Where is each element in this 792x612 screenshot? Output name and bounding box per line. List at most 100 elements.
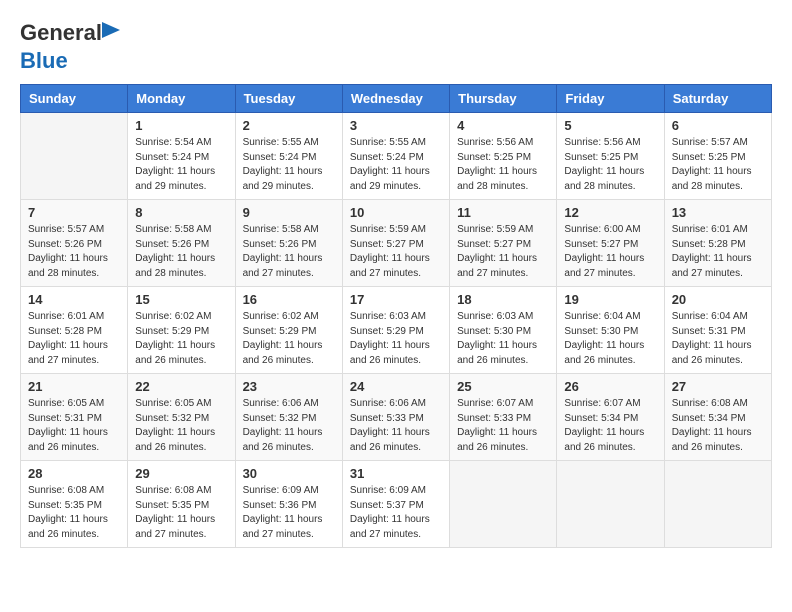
day-number: 28 xyxy=(28,466,120,481)
day-number: 18 xyxy=(457,292,549,307)
day-info: Sunrise: 6:04 AMSunset: 5:30 PMDaylight:… xyxy=(564,310,656,368)
calendar-cell: 30 Sunrise: 6:09 AMSunset: 5:36 PMDayligh… xyxy=(235,461,342,548)
calendar-cell: 22Sunrise: 6:05 AMSunset: 5:32 PMDayligh… xyxy=(128,374,235,461)
calendar-cell: 25 Sunrise: 6:07 AMSunset: 5:33 PMDayligh… xyxy=(450,374,557,461)
day-info: Sunrise: 6:09 AMSunset: 5:36 PMDaylight:… xyxy=(243,484,335,542)
day-info: Sunrise: 6:08 AMSunset: 5:34 PMDaylight:… xyxy=(672,397,764,455)
calendar-week-row: 28 Sunrise: 6:08 AMSunset: 5:35 PMDayligh… xyxy=(21,461,772,548)
day-number: 15 xyxy=(135,292,227,307)
calendar-cell: 16 Sunrise: 6:02 AMSunset: 5:29 PMDayligh… xyxy=(235,287,342,374)
calendar-cell: 13 Sunrise: 6:01 AMSunset: 5:28 PMDayligh… xyxy=(664,200,771,287)
calendar-cell xyxy=(450,461,557,548)
day-info: Sunrise: 6:01 AMSunset: 5:28 PMDaylight:… xyxy=(672,223,764,281)
day-number: 27 xyxy=(672,379,764,394)
calendar-cell: 15Sunrise: 6:02 AMSunset: 5:29 PMDayligh… xyxy=(128,287,235,374)
day-number: 16 xyxy=(243,292,335,307)
calendar-table: SundayMondayTuesdayWednesdayThursdayFrid… xyxy=(20,84,772,548)
calendar-cell: 3Sunrise: 5:55 AMSunset: 5:24 PMDaylight… xyxy=(342,113,449,200)
day-number: 4 xyxy=(457,118,549,133)
calendar-cell: 27 Sunrise: 6:08 AMSunset: 5:34 PMDayligh… xyxy=(664,374,771,461)
day-number: 9 xyxy=(243,205,335,220)
calendar-cell: 6Sunrise: 5:57 AMSunset: 5:25 PMDaylight… xyxy=(664,113,771,200)
calendar-cell: 5Sunrise: 5:56 AMSunset: 5:25 PMDaylight… xyxy=(557,113,664,200)
day-number: 2 xyxy=(243,118,335,133)
day-info: Sunrise: 6:05 AMSunset: 5:31 PMDaylight:… xyxy=(28,397,120,455)
calendar-header-tuesday: Tuesday xyxy=(235,85,342,113)
day-info: Sunrise: 6:07 AMSunset: 5:33 PMDaylight:… xyxy=(457,397,549,455)
day-info: Sunrise: 6:08 AMSunset: 5:35 PMDaylight:… xyxy=(135,484,227,542)
calendar-cell: 23 Sunrise: 6:06 AMSunset: 5:32 PMDayligh… xyxy=(235,374,342,461)
calendar-cell: 18 Sunrise: 6:03 AMSunset: 5:30 PMDayligh… xyxy=(450,287,557,374)
day-number: 20 xyxy=(672,292,764,307)
calendar-cell xyxy=(21,113,128,200)
calendar-cell: 29 Sunrise: 6:08 AMSunset: 5:35 PMDayligh… xyxy=(128,461,235,548)
calendar-cell: 26 Sunrise: 6:07 AMSunset: 5:34 PMDayligh… xyxy=(557,374,664,461)
calendar-cell: 21Sunrise: 6:05 AMSunset: 5:31 PMDayligh… xyxy=(21,374,128,461)
calendar-cell: 28 Sunrise: 6:08 AMSunset: 5:35 PMDayligh… xyxy=(21,461,128,548)
day-number: 12 xyxy=(564,205,656,220)
day-info: Sunrise: 5:56 AMSunset: 5:25 PMDaylight:… xyxy=(564,136,656,194)
day-number: 17 xyxy=(350,292,442,307)
page-header: General Blue xyxy=(20,20,772,74)
day-info: Sunrise: 5:57 AMSunset: 5:26 PMDaylight:… xyxy=(28,223,120,281)
day-info: Sunrise: 6:09 AMSunset: 5:37 PMDaylight:… xyxy=(350,484,442,542)
day-info: Sunrise: 5:56 AMSunset: 5:25 PMDaylight:… xyxy=(457,136,549,194)
calendar-header-sunday: Sunday xyxy=(21,85,128,113)
calendar-cell: 9 Sunrise: 5:58 AMSunset: 5:26 PMDaylight… xyxy=(235,200,342,287)
day-info: Sunrise: 5:58 AMSunset: 5:26 PMDaylight:… xyxy=(135,223,227,281)
day-info: Sunrise: 6:00 AMSunset: 5:27 PMDaylight:… xyxy=(564,223,656,281)
day-info: Sunrise: 5:55 AMSunset: 5:24 PMDaylight:… xyxy=(243,136,335,194)
calendar-header-thursday: Thursday xyxy=(450,85,557,113)
day-number: 8 xyxy=(135,205,227,220)
calendar-cell: 12 Sunrise: 6:00 AMSunset: 5:27 PMDayligh… xyxy=(557,200,664,287)
logo: General Blue xyxy=(20,20,102,74)
calendar-cell: 1 Sunrise: 5:54 AMSunset: 5:24 PMDaylight… xyxy=(128,113,235,200)
day-info: Sunrise: 5:59 AMSunset: 5:27 PMDaylight:… xyxy=(457,223,549,281)
day-info: Sunrise: 6:06 AMSunset: 5:32 PMDaylight:… xyxy=(243,397,335,455)
logo-arrow-icon xyxy=(102,22,120,38)
day-info: Sunrise: 6:02 AMSunset: 5:29 PMDaylight:… xyxy=(243,310,335,368)
calendar-cell: 8 Sunrise: 5:58 AMSunset: 5:26 PMDaylight… xyxy=(128,200,235,287)
logo-blue: Blue xyxy=(20,48,68,73)
calendar-cell xyxy=(664,461,771,548)
calendar-cell: 7Sunrise: 5:57 AMSunset: 5:26 PMDaylight… xyxy=(21,200,128,287)
day-number: 19 xyxy=(564,292,656,307)
day-info: Sunrise: 5:54 AMSunset: 5:24 PMDaylight:… xyxy=(135,136,227,194)
calendar-cell: 17 Sunrise: 6:03 AMSunset: 5:29 PMDayligh… xyxy=(342,287,449,374)
calendar-week-row: 1 Sunrise: 5:54 AMSunset: 5:24 PMDaylight… xyxy=(21,113,772,200)
day-info: Sunrise: 6:03 AMSunset: 5:29 PMDaylight:… xyxy=(350,310,442,368)
day-number: 30 xyxy=(243,466,335,481)
day-info: Sunrise: 6:03 AMSunset: 5:30 PMDaylight:… xyxy=(457,310,549,368)
day-info: Sunrise: 6:07 AMSunset: 5:34 PMDaylight:… xyxy=(564,397,656,455)
calendar-cell: 24Sunrise: 6:06 AMSunset: 5:33 PMDayligh… xyxy=(342,374,449,461)
day-info: Sunrise: 5:59 AMSunset: 5:27 PMDaylight:… xyxy=(350,223,442,281)
calendar-week-row: 21Sunrise: 6:05 AMSunset: 5:31 PMDayligh… xyxy=(21,374,772,461)
logo-general: General xyxy=(20,20,102,45)
calendar-week-row: 7Sunrise: 5:57 AMSunset: 5:26 PMDaylight… xyxy=(21,200,772,287)
calendar-cell: 19 Sunrise: 6:04 AMSunset: 5:30 PMDayligh… xyxy=(557,287,664,374)
calendar-header-monday: Monday xyxy=(128,85,235,113)
day-info: Sunrise: 5:55 AMSunset: 5:24 PMDaylight:… xyxy=(350,136,442,194)
day-number: 11 xyxy=(457,205,549,220)
day-number: 13 xyxy=(672,205,764,220)
day-info: Sunrise: 5:57 AMSunset: 5:25 PMDaylight:… xyxy=(672,136,764,194)
day-info: Sunrise: 6:05 AMSunset: 5:32 PMDaylight:… xyxy=(135,397,227,455)
day-number: 31 xyxy=(350,466,442,481)
day-number: 23 xyxy=(243,379,335,394)
day-number: 14 xyxy=(28,292,120,307)
calendar-cell: 4 Sunrise: 5:56 AMSunset: 5:25 PMDaylight… xyxy=(450,113,557,200)
day-number: 1 xyxy=(135,118,227,133)
day-number: 26 xyxy=(564,379,656,394)
day-info: Sunrise: 6:08 AMSunset: 5:35 PMDaylight:… xyxy=(28,484,120,542)
day-info: Sunrise: 5:58 AMSunset: 5:26 PMDaylight:… xyxy=(243,223,335,281)
calendar-cell xyxy=(557,461,664,548)
calendar-cell: 11 Sunrise: 5:59 AMSunset: 5:27 PMDayligh… xyxy=(450,200,557,287)
day-number: 10 xyxy=(350,205,442,220)
calendar-cell: 10 Sunrise: 5:59 AMSunset: 5:27 PMDayligh… xyxy=(342,200,449,287)
calendar-cell: 2 Sunrise: 5:55 AMSunset: 5:24 PMDaylight… xyxy=(235,113,342,200)
day-info: Sunrise: 6:04 AMSunset: 5:31 PMDaylight:… xyxy=(672,310,764,368)
calendar-cell: 31 Sunrise: 6:09 AMSunset: 5:37 PMDayligh… xyxy=(342,461,449,548)
day-number: 24 xyxy=(350,379,442,394)
day-number: 25 xyxy=(457,379,549,394)
day-number: 29 xyxy=(135,466,227,481)
